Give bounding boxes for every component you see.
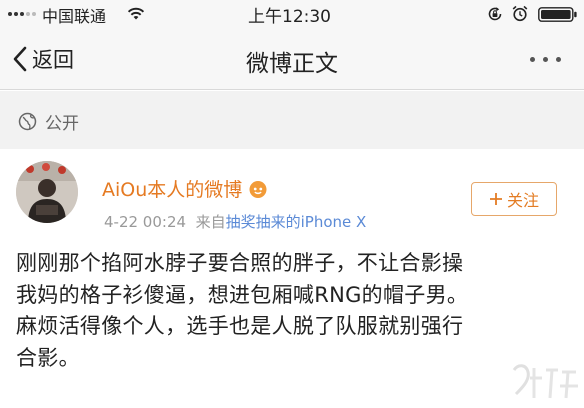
post-body-line: 刚刚那个掐阿水脖子要合照的胖子，不让合影操 (16, 251, 464, 275)
source-prefix: 来自 (195, 213, 226, 231)
avatar[interactable] (16, 161, 78, 223)
globe-icon (18, 112, 37, 131)
post-body-line: 我妈的格子衫傻逼，想进包厢喊RNG的帽子男。 (16, 282, 469, 307)
rotation-lock-icon (488, 7, 502, 21)
follow-button[interactable]: 关注 (471, 182, 557, 216)
post-source-link[interactable]: 抽奖抽来的iPhone X (226, 213, 367, 231)
post-body-line: 合影。 (16, 345, 80, 370)
visibility-indicator: 公开 (18, 109, 79, 134)
post-meta: 4-22 00:24 来自抽奖抽来的iPhone X (104, 211, 366, 232)
weibo-post: AiOu本人的微博 4-22 00:24 来自抽奖抽来的iPhone X 关注 … (0, 149, 584, 408)
visibility-banner: 公开 (0, 91, 584, 149)
navigation-bar: 返回 微博正文 (0, 28, 584, 90)
clock-time: 上午12:30 (248, 7, 331, 27)
page-title: 微博正文 (246, 51, 338, 77)
post-body: 刚刚那个掐阿水脖子要合照的胖子，不让合影操 我妈的格子衫傻逼，想进包厢喊RNG的… (16, 248, 576, 374)
verified-badge-icon (249, 180, 267, 198)
carrier-label: 中国联通 (42, 7, 107, 26)
plus-icon (489, 193, 502, 205)
username[interactable]: AiOu本人的微博 (102, 175, 268, 202)
follow-label: 关注 (506, 191, 539, 210)
username-label: AiOu本人的微博 (102, 179, 243, 201)
signal-icon (8, 8, 38, 20)
visibility-label: 公开 (45, 114, 79, 134)
avatar-image (16, 161, 78, 223)
post-date: 4-22 00:24 (104, 213, 187, 231)
alarm-icon (512, 5, 528, 22)
wifi-icon (127, 7, 145, 20)
post-body-line: 麻烦活得像个人，选手也是人脱了队服就别强行 (16, 314, 464, 338)
more-icon[interactable] (530, 52, 572, 66)
battery-icon (538, 7, 577, 22)
status-bar: 中国联通 上午12:30 (0, 0, 584, 28)
watermark-logo (512, 364, 578, 399)
weibo-post-screen: 中国联通 上午12:30 返回 微博正文 公开 AiOu本人的微博 4-22 0… (0, 0, 584, 408)
